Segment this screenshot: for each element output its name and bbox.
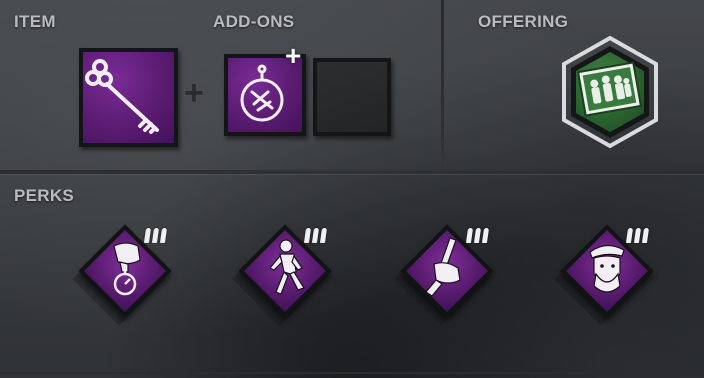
perk-tier-indicator: [625, 228, 650, 243]
skeleton-key-icon: [85, 59, 159, 134]
offering-slot[interactable]: [552, 34, 668, 150]
perk-slot-2[interactable]: [232, 224, 332, 326]
add-addon-plus-icon[interactable]: +: [285, 42, 301, 70]
perk-slot-1[interactable]: [72, 224, 172, 326]
addon-slot-2-empty[interactable]: [313, 58, 391, 136]
offering-section-label: OFFERING: [478, 12, 569, 31]
perks-section-label: PERKS: [14, 186, 75, 205]
item-addon-plus-icon: +: [184, 74, 204, 112]
addons-section-label: ADD-ONS: [213, 12, 295, 31]
perk-tier-indicator: [465, 228, 490, 243]
top-section-divider: [441, 0, 444, 170]
perk-slot-3[interactable]: [394, 224, 494, 326]
item-section-label: ITEM: [14, 12, 56, 31]
perks-section-divider: [0, 170, 704, 174]
photograph-offering-icon: [576, 61, 643, 117]
perk-tier-indicator: [143, 228, 168, 243]
item-slot[interactable]: [79, 48, 178, 147]
bottom-divider: [0, 372, 704, 374]
perk-slot-4[interactable]: [554, 224, 654, 326]
perk-tier-indicator: [303, 228, 328, 243]
